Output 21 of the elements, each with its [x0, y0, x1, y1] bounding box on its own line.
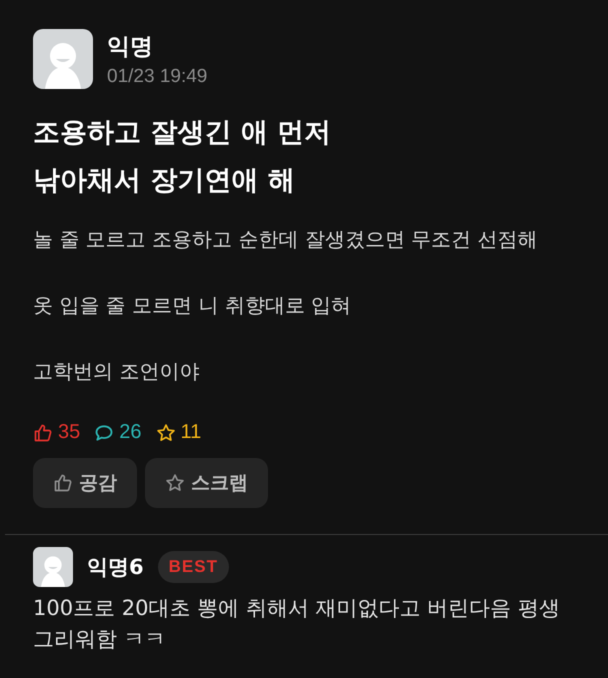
likes-count: 35 [58, 421, 80, 444]
star-icon [156, 422, 176, 442]
thumbs-up-icon [33, 422, 53, 442]
author-name: 익명 [107, 32, 154, 62]
avatar-icon [33, 547, 73, 587]
comments-count: 26 [119, 421, 142, 444]
speech-bubble-icon [94, 422, 114, 442]
comment-author: 익명6 [87, 554, 144, 581]
post-paragraph: 고학번의 조언이야 [33, 358, 200, 385]
avatar-icon [33, 29, 93, 89]
comment-text: 100프로 20대초 뽕에 취해서 재미없다고 버린다음 평생 그리워함 ㅋㅋ [33, 595, 561, 653]
post-paragraph: 놀 줄 모르고 조용하고 순한데 잘생겼으면 무조건 선점해 [33, 226, 539, 253]
post-title: 조용하고 잘생긴 애 먼저 낚아채서 장기연애 해 [33, 116, 332, 198]
post-paragraph: 옷 입을 줄 모르면 니 취향대로 입혀 [33, 292, 352, 319]
scraps-count: 11 [180, 421, 202, 444]
best-badge: BEST [158, 551, 229, 583]
post-time: 01/23 19:49 [107, 66, 208, 88]
scrap-button[interactable]: 스크랩 [145, 458, 268, 508]
like-button[interactable]: 공감 [33, 458, 137, 508]
star-icon [165, 473, 185, 493]
thumbs-up-icon [53, 473, 73, 493]
